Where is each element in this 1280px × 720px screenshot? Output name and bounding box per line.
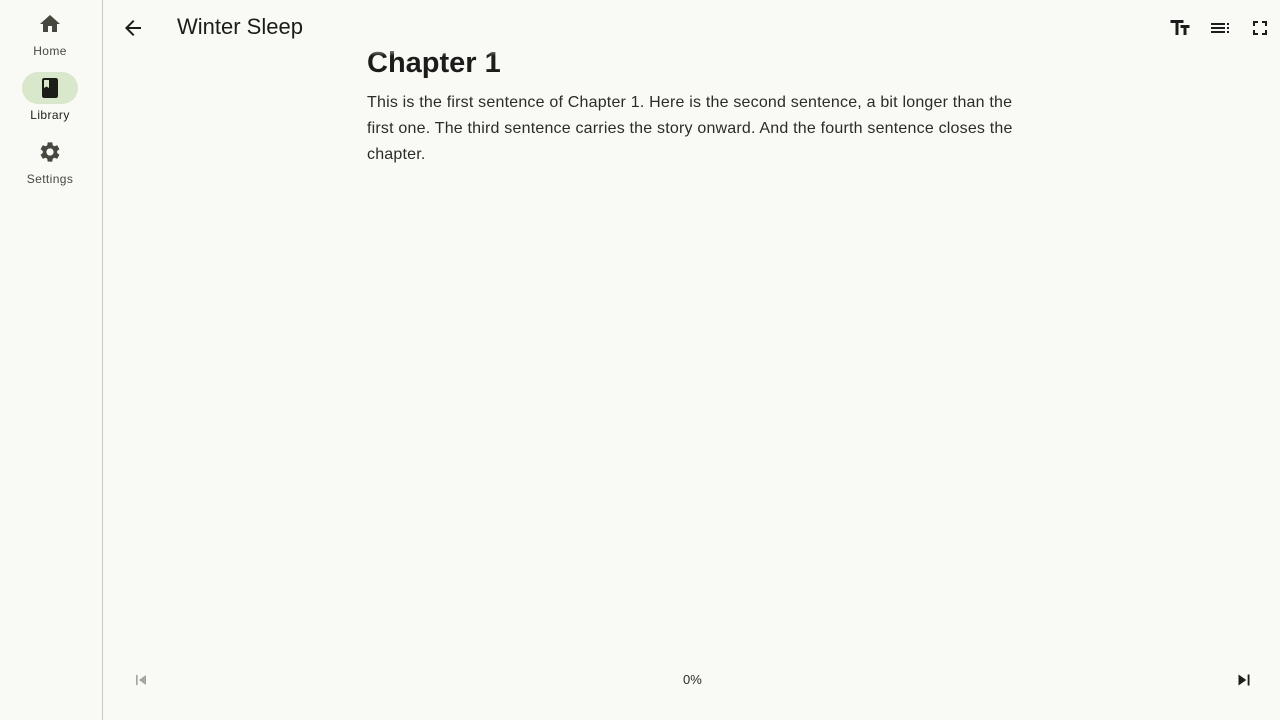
fullscreen-button[interactable] (1240, 8, 1280, 48)
nav-item-library[interactable]: Library (0, 72, 100, 122)
book-icon (42, 78, 58, 98)
back-button[interactable] (113, 8, 153, 48)
navigation-rail: Home Library Settings (0, 0, 103, 720)
chapter-paragraph: This is the first sentence of Chapter 1.… (367, 94, 1013, 163)
next-chapter-button[interactable] (1224, 660, 1264, 700)
nav-item-home-label: Home (33, 44, 67, 58)
nav-item-settings[interactable]: Settings (0, 136, 100, 186)
table-of-contents-button[interactable] (1200, 8, 1240, 48)
previous-chapter-button[interactable] (121, 660, 161, 700)
nav-item-settings-pill (22, 136, 78, 168)
book-title: Winter Sleep (177, 14, 303, 39)
arrow-back-icon (125, 20, 141, 36)
text-size-button[interactable] (1160, 8, 1200, 48)
home-icon (40, 15, 60, 32)
reader-top-bar: Winter Sleep (103, 0, 1280, 56)
nav-item-library-pill (22, 72, 78, 104)
reading-progress: 0% (683, 672, 702, 687)
nav-item-home-pill (22, 8, 78, 40)
text-size-icon (1170, 20, 1190, 35)
reader-bottom-bar: 0% (103, 660, 1280, 700)
fullscreen-icon (1253, 21, 1267, 35)
nav-item-home[interactable]: Home (0, 8, 100, 58)
gear-icon (40, 142, 60, 162)
nav-item-settings-label: Settings (26, 172, 74, 186)
nav-item-library-label: Library (30, 108, 70, 122)
reader-content: Chapter 1 This is the first sentence of … (367, 44, 1027, 644)
skip-previous-icon (136, 675, 146, 685)
table-of-contents-icon (1211, 23, 1229, 33)
skip-next-icon (1238, 674, 1250, 686)
